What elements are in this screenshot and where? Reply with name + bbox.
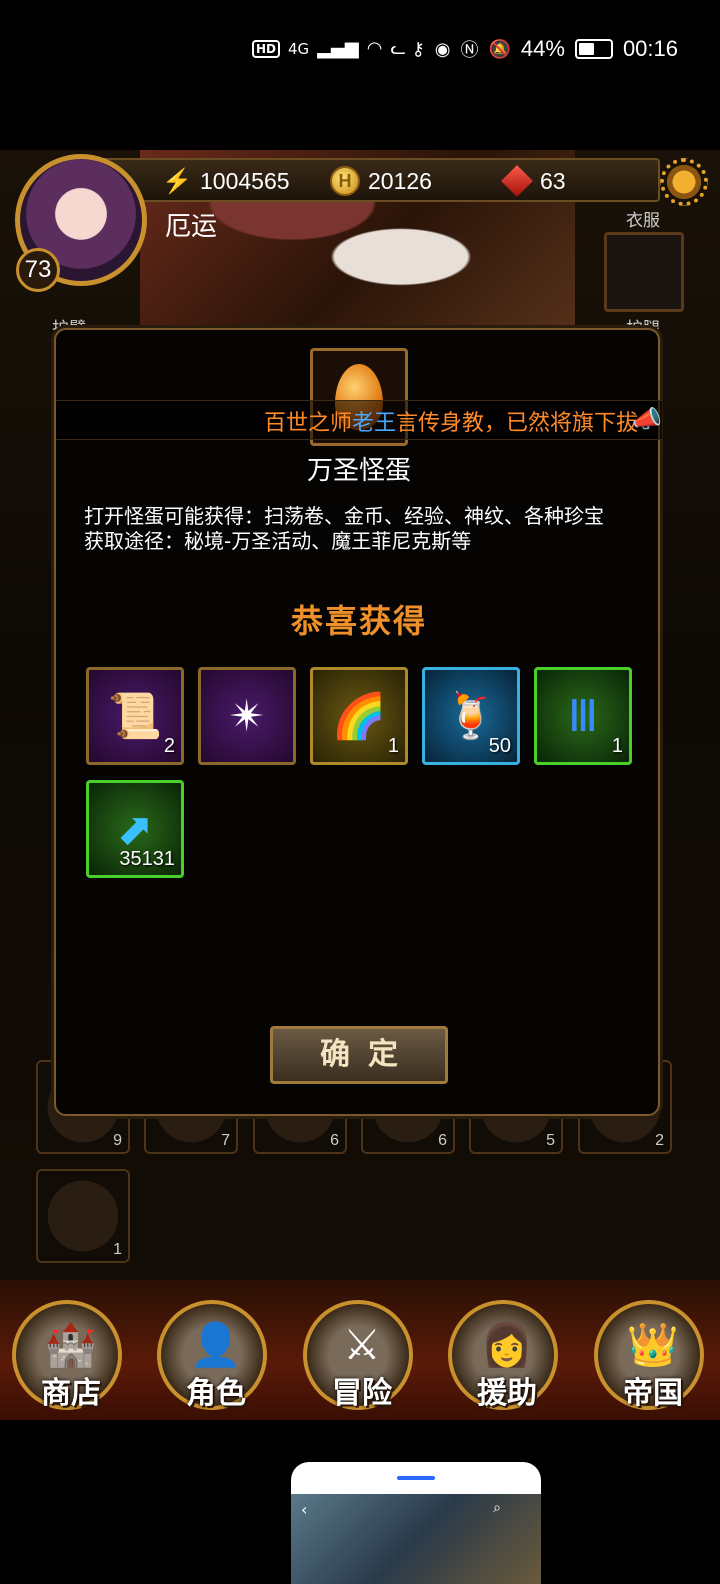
exp-arrow-icon: ⬈ (116, 803, 154, 855)
settings-gear-icon[interactable] (660, 158, 708, 206)
reward-item[interactable]: ✴ (198, 667, 296, 765)
marquee-text: 百世之师老王言传身教，已然将旗下拔 (263, 411, 638, 436)
castle-icon: 🏰 (44, 1320, 98, 1369)
gold-coin-icon: H (330, 166, 360, 196)
item-title: 万圣怪蛋 (306, 456, 411, 486)
slot-count: 7 (221, 1132, 230, 1149)
nav-empire-label: 帝国 (623, 1376, 683, 1411)
star-crystal-icon: ✴ (228, 690, 266, 742)
eye-icon: ◉ (434, 38, 451, 59)
signal-icon: 4G (288, 39, 310, 58)
reward-item[interactable]: 🌈 1 (310, 667, 408, 765)
floating-window-preview: ‹ ⌕ (291, 1494, 541, 1584)
power-icon: ⚡ (162, 167, 192, 195)
congrats-heading: 恭喜获得 (290, 602, 427, 640)
bottom-nav: 🏰 商店 👤 角色 ⚔ 冒险 👩 援助 👑 帝国 (0, 1280, 720, 1420)
crown-icon: 👑 (626, 1320, 680, 1369)
slot-count: 1 (113, 1241, 122, 1258)
gold-display: H 20126 (330, 166, 432, 196)
announcement-marquee: 百世之师老王言传身教，已然将旗下拔 📣 (56, 400, 662, 440)
scroll-icon: 📜 (107, 691, 163, 742)
status-bar: HD 4G ▂▄▆ ◠ ᓚ ⚷ ◉ Ⓝ 🔕 44% 00:16 (0, 0, 720, 105)
nfc-icon: Ⓝ (460, 40, 479, 60)
signal-bars-icon: ▂▄▆ (317, 38, 359, 59)
horn-icon: 📣 (632, 405, 662, 433)
hood-icon: 👤 (189, 1320, 243, 1369)
reward-count: 50 (488, 735, 511, 757)
reward-item[interactable]: Ⅲ 1 (534, 667, 632, 765)
nav-shop-label: 商店 (41, 1376, 101, 1411)
battery-icon (574, 39, 613, 59)
clothes-label: 衣服 (626, 211, 660, 231)
slot-count: 6 (438, 1132, 447, 1149)
nav-adventure-label: 冒险 (332, 1376, 392, 1411)
description-line: 打开怪蛋可能获得：扫荡卷、金币、经验、神纹、各种珍宝 (84, 504, 604, 528)
gem-display: 63 (501, 165, 566, 197)
drag-handle[interactable] (397, 1476, 435, 1480)
nav-character[interactable]: 👤 角色 (157, 1300, 267, 1411)
nav-character-label: 角色 (186, 1376, 246, 1411)
resource-bar: ⚡ 1004565 H 20126 63 (100, 158, 660, 202)
cat-icon: ᓚ (390, 38, 406, 59)
slot-count: 5 (546, 1132, 555, 1149)
back-icon: ‹ (301, 1500, 308, 1519)
gate-icon: ⚔ (343, 1320, 381, 1369)
power-value: 1004565 (200, 167, 290, 194)
mute-bell-icon: 🔕 (488, 38, 511, 59)
player-level: 73 (16, 248, 60, 292)
gem-value: 63 (540, 167, 566, 194)
helper-girl-icon: 👩 (480, 1320, 534, 1369)
reward-item[interactable]: 🍹 50 (422, 667, 520, 765)
item-description: 打开怪蛋可能获得：扫荡卷、金币、经验、神纹、各种珍宝 获取途径：秘境-万圣活动、… (84, 504, 644, 554)
reward-item[interactable]: 📜 2 (86, 667, 184, 765)
reward-count: 35131 (119, 848, 175, 870)
description-line: 获取途径：秘境-万圣活动、魔王菲尼克斯等 (84, 529, 472, 553)
wifi-icon: ◠ (366, 38, 383, 59)
rune-icon: Ⅲ (567, 690, 599, 742)
gold-value: 20126 (368, 167, 432, 194)
reward-count: 1 (387, 735, 399, 757)
legguard-slot[interactable] (604, 232, 684, 312)
slot-count: 2 (655, 1132, 664, 1149)
clock: 00:16 (622, 36, 678, 61)
floating-window[interactable]: ‹ ⌕ (291, 1462, 541, 1584)
inventory-slot[interactable]: 1 (36, 1169, 130, 1263)
gem-icon (501, 165, 533, 197)
nav-empire[interactable]: 👑 帝国 (594, 1300, 704, 1411)
hd-badge: HD (252, 39, 281, 58)
reward-count: 1 (611, 735, 623, 757)
reward-item[interactable]: ⬈ 35131 (86, 780, 184, 878)
reward-count: 2 (163, 735, 175, 757)
slot-count: 6 (330, 1132, 339, 1149)
nav-adventure[interactable]: ⚔ 冒险 (303, 1300, 413, 1411)
item-reward-dialog: 百世之师老王言传身教，已然将旗下拔 📣 万圣怪蛋 打开怪蛋可能获得：扫荡卷、金币… (54, 328, 662, 1116)
battery-percent: 44% (520, 36, 565, 61)
nav-assist[interactable]: 👩 援助 (448, 1300, 558, 1411)
player-name: 厄运 (165, 212, 218, 242)
search-icon: ⌕ (493, 1500, 501, 1516)
status-right: ⚷ ◉ Ⓝ 🔕 44% 00:16 (412, 36, 678, 62)
power-display: ⚡ 1004565 (162, 166, 290, 196)
slot-count: 9 (113, 1132, 122, 1149)
nav-shop[interactable]: 🏰 商店 (12, 1300, 122, 1411)
key-icon: ⚷ (411, 38, 425, 59)
nav-assist-label: 援助 (477, 1376, 537, 1411)
confirm-button[interactable]: 确定 (270, 1026, 448, 1084)
rainbow-orb-icon: 🌈 (331, 691, 387, 742)
status-left: HD 4G ▂▄▆ ◠ ᓚ (252, 38, 406, 59)
